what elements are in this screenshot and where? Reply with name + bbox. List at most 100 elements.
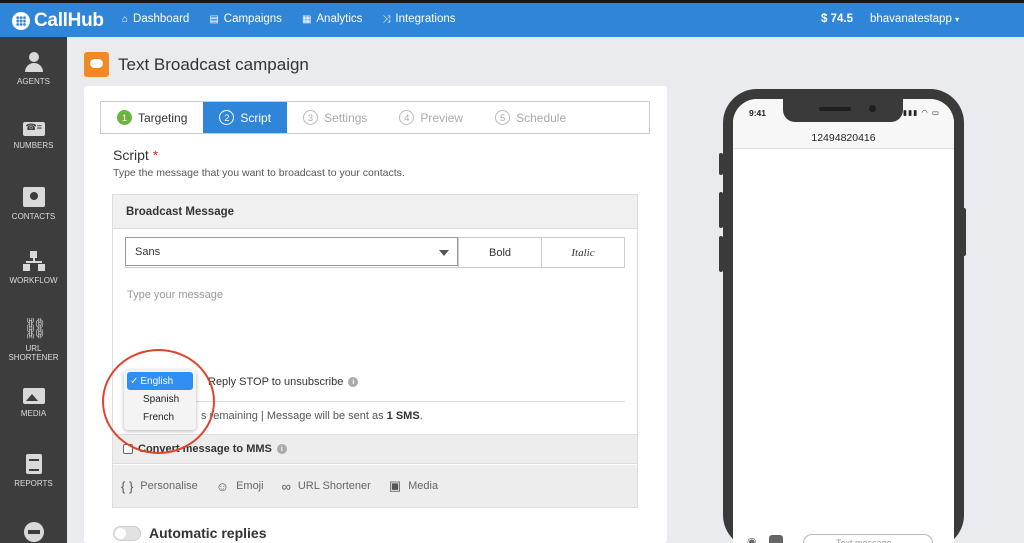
wizard-steps: 1 Targeting 2 Script 3 Settings 4 Previe… <box>100 101 650 134</box>
url-shortener-button[interactable]: ∞ URL Shortener <box>282 479 371 494</box>
caret-down-icon: ▾ <box>955 15 960 24</box>
sidebar-item-more[interactable] <box>0 522 67 543</box>
braces-icon: { } <box>121 478 134 494</box>
language-option-english[interactable]: ✓ English <box>127 372 193 390</box>
opt-out-label: Reply STOP to unsubscribe <box>208 376 344 388</box>
account-balance[interactable]: $ 74.5 <box>821 13 853 25</box>
numbers-icon <box>22 122 45 136</box>
italic-button[interactable]: Italic <box>541 238 624 267</box>
callhub-logo[interactable]: CallHub <box>12 10 104 32</box>
minus-circle-icon <box>23 522 44 542</box>
user-menu[interactable]: bhavanatestapp ▾ <box>870 13 959 25</box>
script-help-text: Type the message that you want to broadc… <box>113 167 405 179</box>
image-icon: ▣ <box>388 478 402 493</box>
sidebar-item-agents[interactable]: AGENTS <box>0 52 67 86</box>
step-label: Settings <box>324 110 368 125</box>
nav-analytics[interactable]: ▦ Analytics <box>302 13 362 25</box>
sidebar-item-label: AGENTS <box>17 77 50 86</box>
personalise-button[interactable]: { } Personalise <box>121 479 198 494</box>
language-option-spanish[interactable]: Spanish <box>127 390 193 408</box>
nav-campaigns[interactable]: ▤ Campaigns <box>209 13 282 25</box>
caret-down-icon <box>439 250 449 256</box>
phone-text-input: Text message <box>803 534 933 543</box>
count-text: s remaining | Message will be sent as <box>201 410 387 422</box>
nav-analytics-label: Analytics <box>316 13 363 25</box>
script-heading: Script * <box>113 147 158 163</box>
step-preview[interactable]: 4 Preview <box>383 102 479 133</box>
user-name: bhavanatestapp <box>870 13 952 25</box>
camera-icon: ◉ <box>747 536 757 543</box>
bold-button[interactable]: Bold <box>458 238 541 267</box>
divider <box>125 401 625 402</box>
media-button[interactable]: ▣ Media <box>389 478 438 494</box>
brand-name: CallHub <box>34 10 104 31</box>
page-title: Text Broadcast campaign <box>118 54 309 74</box>
nav-dashboard[interactable]: ⌂ Dashboard <box>122 13 189 25</box>
sidebar-item-workflow[interactable]: WORKFLOW <box>0 251 67 285</box>
page-header: Text Broadcast campaign <box>84 52 309 77</box>
phone-notch <box>783 99 903 122</box>
sidebar-item-url-shortener[interactable]: ⛓ URL SHORTENER <box>0 319 67 362</box>
nav-dashboard-label: Dashboard <box>133 13 190 25</box>
font-select-value: Sans <box>135 245 161 258</box>
script-label: Script <box>113 147 149 163</box>
language-option-french[interactable]: French <box>127 408 193 426</box>
phone-screen: 9:41 ▮▮▮ ◠ ▭ 12494820416 ◉ Text message <box>733 99 954 543</box>
step-schedule[interactable]: 5 Schedule <box>479 102 582 133</box>
tool-label: Media <box>408 480 439 492</box>
workflow-icon <box>22 251 45 271</box>
sidebar-item-label: REPORTS <box>14 479 53 488</box>
sms-count: 1 SMS <box>386 410 420 422</box>
step-targeting[interactable]: 1 Targeting <box>101 102 203 133</box>
phone-preview: 9:41 ▮▮▮ ◠ ▭ 12494820416 ◉ Text message <box>723 89 964 543</box>
tool-label: Personalise <box>140 480 198 492</box>
step-settings[interactable]: 3 Settings <box>287 102 383 133</box>
tool-label: URL Shortener <box>297 480 371 492</box>
phone-number: 12494820416 <box>811 132 876 144</box>
agents-icon <box>23 52 45 72</box>
convert-mms-checkbox[interactable] <box>123 444 133 454</box>
main-nav: ⌂ Dashboard ▤ Campaigns ▦ Analytics ⤨ In… <box>122 13 456 25</box>
info-icon[interactable]: i <box>348 377 359 387</box>
sidebar-item-media[interactable]: MEDIA <box>0 388 67 418</box>
info-icon[interactable]: i <box>276 444 287 454</box>
message-textarea[interactable]: Type your message <box>127 289 223 301</box>
language-option-label: English <box>140 375 174 387</box>
contacts-icon <box>22 187 45 207</box>
required-mark: * <box>152 147 159 163</box>
message-tools: { } Personalise ☺ Emoji ∞ URL Shortener … <box>113 465 637 507</box>
link-icon: ⛓ <box>22 318 48 340</box>
sidebar-item-numbers[interactable]: NUMBERS <box>0 119 67 150</box>
step-label: Script <box>240 110 272 125</box>
convert-mms-label: Convert message to MMS <box>138 443 272 455</box>
automatic-replies-toggle[interactable] <box>113 525 141 541</box>
top-navbar: CallHub ⌂ Dashboard ▤ Campaigns ▦ Analyt… <box>0 0 1024 37</box>
step-number: 5 <box>495 110 511 125</box>
emoji-icon: ☺ <box>215 478 230 494</box>
emoji-button[interactable]: ☺ Emoji <box>216 479 264 494</box>
step-number: 4 <box>399 110 415 125</box>
message-bubble-icon <box>84 52 109 77</box>
phone-compose-bar: ◉ Text message <box>733 529 954 543</box>
sidebar-item-label: URL SHORTENER <box>8 344 59 362</box>
sidebar-item-label: WORKFLOW <box>9 276 58 285</box>
nav-integrations[interactable]: ⤨ Integrations <box>382 13 455 25</box>
phone-time: 9:41 <box>749 108 767 118</box>
sidebar-item-contacts[interactable]: CONTACTS <box>0 187 67 221</box>
sidebar-item-label: CONTACTS <box>11 212 56 221</box>
step-number: 1 <box>117 110 132 125</box>
broadcast-message-header: Broadcast Message <box>113 195 637 229</box>
tool-label: Emoji <box>236 480 264 492</box>
analytics-icon: ▦ <box>301 13 312 25</box>
step-label: Targeting <box>138 110 188 125</box>
nav-campaigns-label: Campaigns <box>223 13 282 25</box>
font-select[interactable]: Sans <box>125 237 458 266</box>
sidebar-item-reports[interactable]: REPORTS <box>0 454 67 488</box>
sidebar-item-label: NUMBERS <box>13 141 54 150</box>
step-label: Preview <box>420 110 464 125</box>
automatic-replies-row: Automatic replies <box>113 525 266 541</box>
integrations-icon: ⤨ <box>382 13 391 25</box>
media-icon <box>22 388 45 404</box>
convert-mms-row: Convert message to MMS i <box>113 434 637 464</box>
step-script[interactable]: 2 Script <box>203 102 288 133</box>
